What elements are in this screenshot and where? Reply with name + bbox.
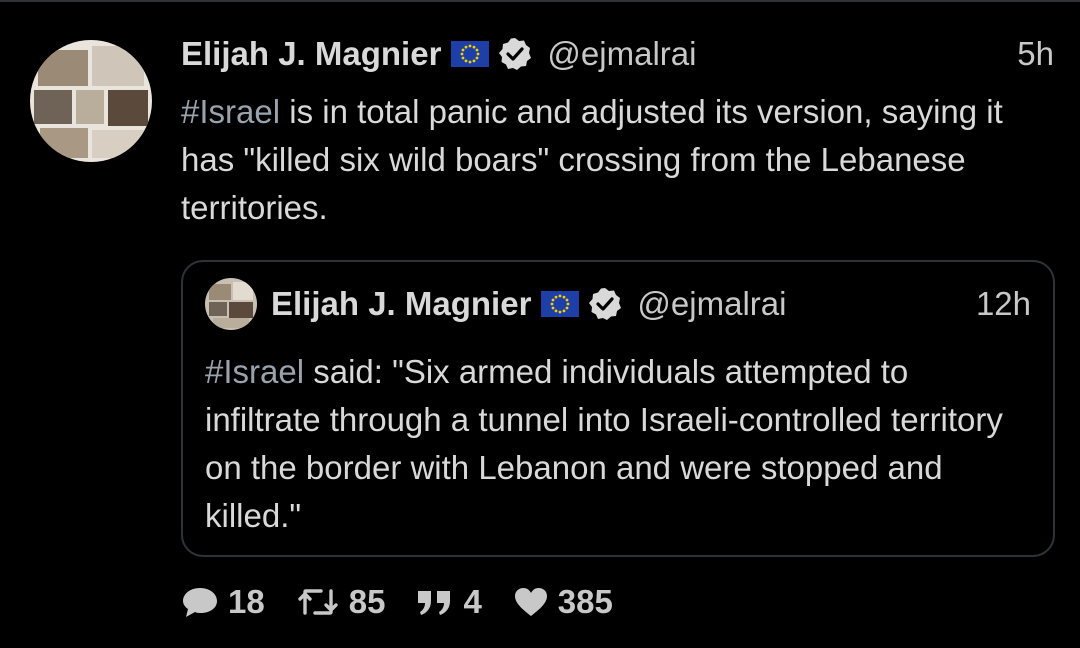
quoted-tweet-timestamp[interactable]: 12h xyxy=(976,280,1031,328)
heart-icon xyxy=(514,588,547,616)
quoted-tweet-text: #Israel said: "Six armed individuals att… xyxy=(205,348,1025,540)
quoted-tweet-body: said: "Six armed individuals attempted t… xyxy=(205,353,1003,534)
like-button[interactable]: 385 xyxy=(512,583,613,621)
tweet[interactable]: Elijah J. Magnier @ejmalrai 5h #Israel i… xyxy=(0,0,1080,648)
author-name[interactable]: Elijah J. Magnier xyxy=(181,35,441,73)
author-avatar[interactable] xyxy=(30,40,152,162)
eu-flag-icon xyxy=(541,291,580,317)
tweet-actions: 18 85 4 385 xyxy=(180,578,643,626)
retweet-count: 85 xyxy=(348,583,386,620)
quote-tweet-button[interactable]: 4 xyxy=(415,583,482,621)
tweet-text: #Israel is in total panic and adjusted i… xyxy=(181,88,1051,232)
quoted-author-handle[interactable]: @ejmalrai xyxy=(637,285,786,323)
reply-icon xyxy=(183,588,217,617)
quoted-tweet[interactable]: Elijah J. Magnier @ejmalrai 12h #Israel … xyxy=(181,260,1055,557)
verified-badge-icon xyxy=(587,286,623,322)
reply-count: 18 xyxy=(228,583,265,620)
tweet-timestamp[interactable]: 5h xyxy=(1017,30,1054,78)
quote-count: 4 xyxy=(463,583,482,620)
retweet-button[interactable]: 85 xyxy=(295,583,386,621)
like-count: 385 xyxy=(557,583,613,620)
quote-icon xyxy=(418,591,451,615)
hashtag-link[interactable]: #Israel xyxy=(205,353,304,390)
quoted-author-name[interactable]: Elijah J. Magnier xyxy=(271,285,531,323)
quoted-tweet-header: Elijah J. Magnier @ejmalrai xyxy=(271,280,786,328)
retweet-icon xyxy=(298,589,338,615)
tweet-header: Elijah J. Magnier @ejmalrai xyxy=(181,30,696,78)
tweet-body: is in total panic and adjusted its versi… xyxy=(181,93,1003,226)
verified-badge-icon xyxy=(497,36,533,72)
author-handle[interactable]: @ejmalrai xyxy=(547,35,696,73)
eu-flag-icon xyxy=(451,41,490,67)
reply-button[interactable]: 18 xyxy=(180,583,265,621)
hashtag-link[interactable]: #Israel xyxy=(181,93,280,130)
quoted-author-avatar[interactable] xyxy=(205,278,257,330)
